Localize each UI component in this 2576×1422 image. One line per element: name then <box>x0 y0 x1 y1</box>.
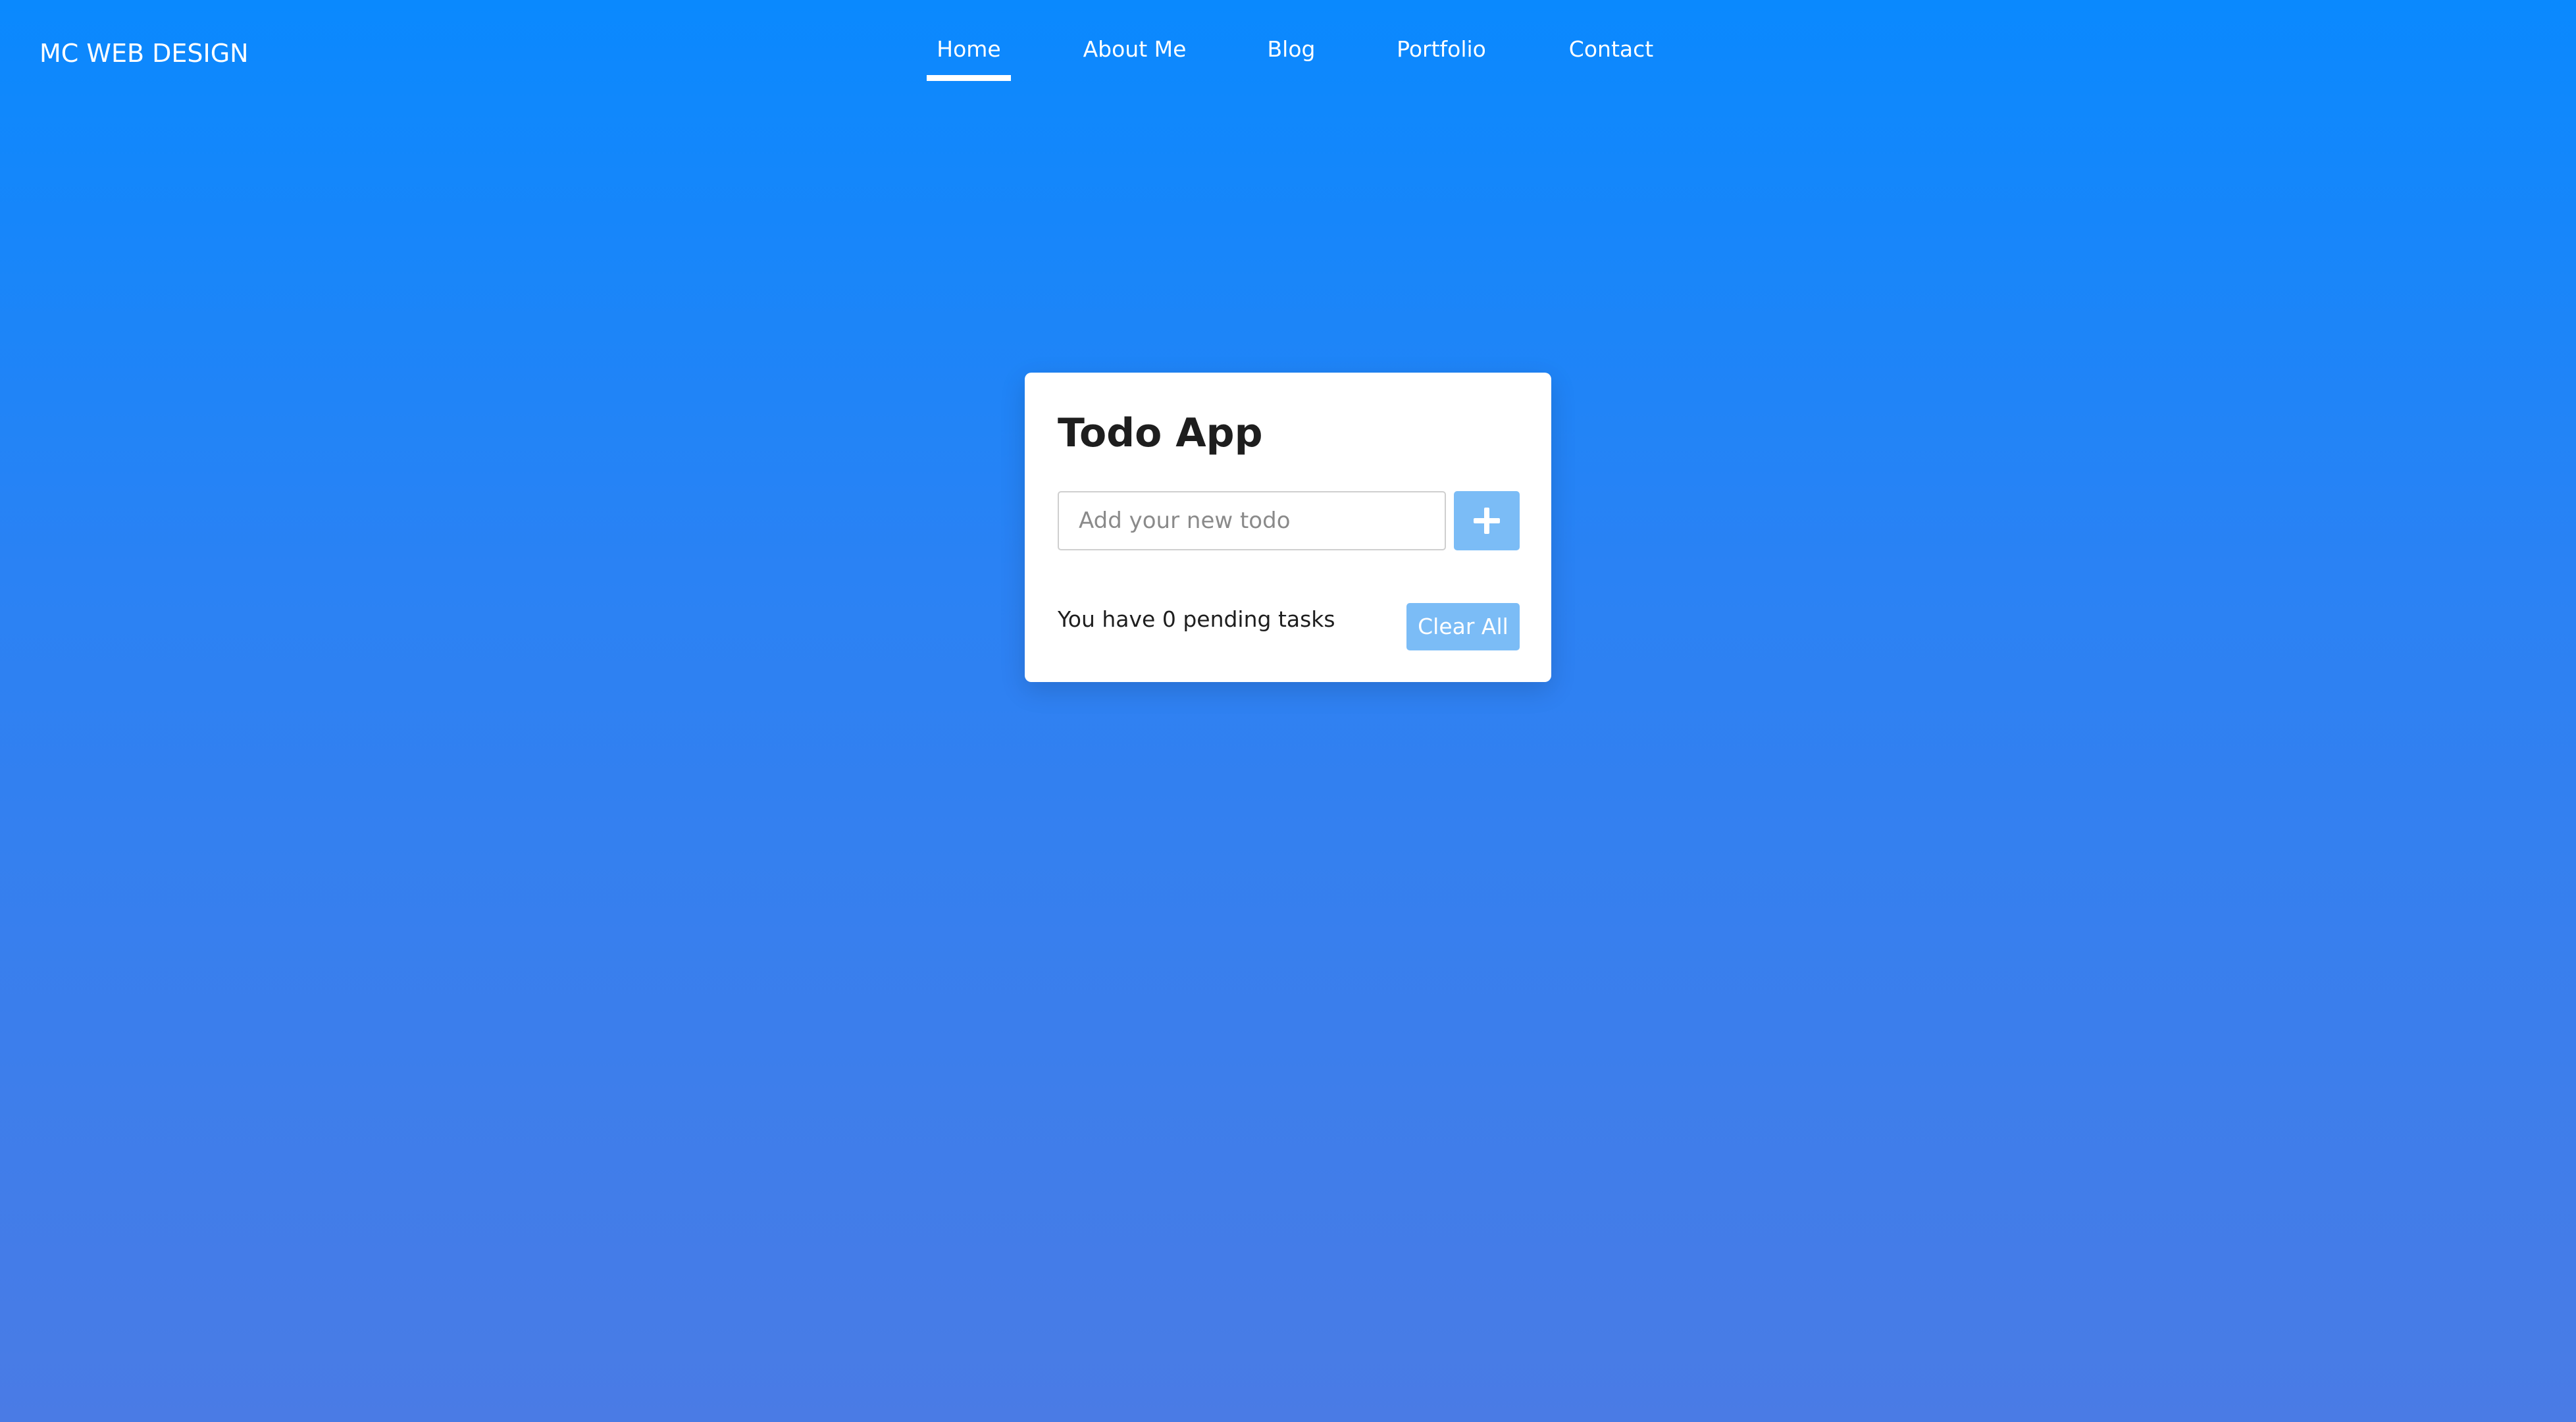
plus-icon <box>1474 508 1500 534</box>
todo-input[interactable] <box>1058 491 1446 550</box>
nav-item-home[interactable]: Home <box>927 34 1011 65</box>
nav-item-blog[interactable]: Blog <box>1258 34 1324 65</box>
add-todo-button[interactable] <box>1454 491 1520 550</box>
clear-all-button[interactable]: Clear All <box>1406 603 1520 650</box>
nav-active-indicator <box>927 75 1011 81</box>
pending-tasks-text: You have 0 pending tasks <box>1058 606 1335 632</box>
nav-item-about-me[interactable]: About Me <box>1075 34 1194 65</box>
todo-card: Todo App You have 0 pending tasks Clear … <box>1025 373 1551 682</box>
nav-item-portfolio[interactable]: Portfolio <box>1390 34 1493 65</box>
todo-title: Todo App <box>1058 410 1263 456</box>
main-nav: Home About Me Blog Portfolio Contact <box>0 0 2576 86</box>
nav-item-contact[interactable]: Contact <box>1560 34 1662 65</box>
